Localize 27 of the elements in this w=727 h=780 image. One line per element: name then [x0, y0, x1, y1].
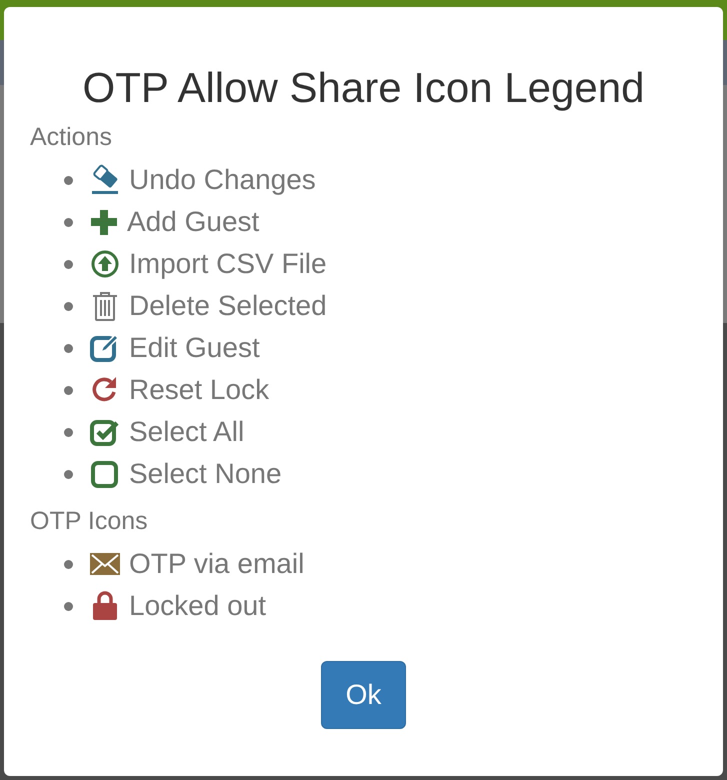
- upload-icon: [89, 248, 121, 280]
- section-heading: Actions: [30, 122, 112, 153]
- bullet: [64, 218, 73, 226]
- legend-label: Select All: [129, 416, 244, 448]
- bullet: [64, 260, 73, 268]
- bullet: [64, 386, 73, 394]
- legend-label: Undo Changes: [129, 164, 316, 196]
- bullet: [64, 302, 73, 310]
- bullet: [64, 428, 73, 436]
- bullet: [64, 560, 73, 568]
- legend-label: OTP via email: [129, 548, 304, 580]
- bullet: [64, 344, 73, 352]
- legend-label: Edit Guest: [129, 332, 260, 364]
- section-heading: OTP Icons: [30, 506, 148, 537]
- legend-label: Add Guest: [127, 206, 260, 238]
- legend-label: Select None: [129, 458, 282, 490]
- bullet: [64, 176, 73, 184]
- bullet: [64, 470, 73, 478]
- ok-button[interactable]: Ok: [321, 661, 406, 729]
- legend-label: Locked out: [129, 590, 266, 622]
- dialog-title: OTP Allow Share Icon Legend: [82, 63, 646, 113]
- legend-label: Import CSV File: [129, 248, 327, 280]
- legend-label: Delete Selected: [129, 290, 327, 322]
- legend-label: Reset Lock: [129, 374, 270, 406]
- eraser-icon: [89, 164, 121, 196]
- square-icon: [89, 458, 121, 490]
- bullet: [64, 602, 73, 610]
